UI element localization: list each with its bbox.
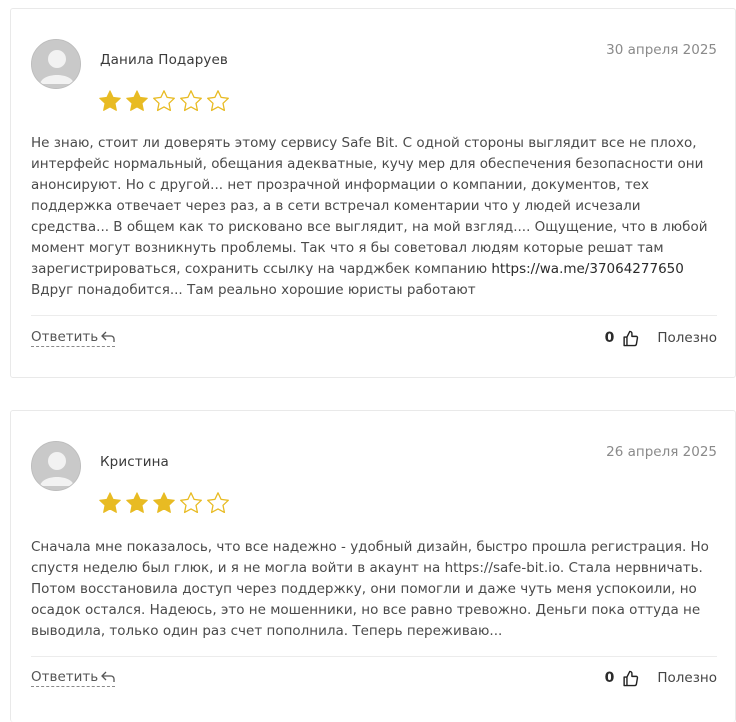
star-empty-icon (206, 491, 230, 515)
reply-arrow-icon (101, 331, 115, 342)
review-text-tail: Вдруг понадобится... Там реально хорошие… (31, 282, 476, 298)
reply-arrow-icon (101, 671, 115, 682)
thumbs-up-icon[interactable] (622, 670, 639, 687)
review-date: 26 апреля 2025 (606, 444, 717, 460)
user-silhouette-icon (32, 40, 80, 88)
star-filled-icon (125, 491, 149, 515)
star-empty-icon (206, 89, 230, 113)
helpful-control: 0 Полезно (605, 330, 717, 347)
reply-button[interactable]: Ответить (31, 329, 116, 347)
divider (31, 315, 717, 316)
review-text: Сначала мне показалось, что все надежно … (31, 537, 721, 642)
review-text-body: Сначала мне показалось, что все надежно … (31, 539, 709, 639)
star-filled-icon (152, 491, 176, 515)
review-text-body: Не знаю, стоит ли доверять этому сервису… (31, 135, 708, 277)
review-text: Не знаю, стоит ли доверять этому сервису… (31, 133, 721, 301)
review-card: Кристина 26 апреля 2025 Сначала мне пока… (10, 410, 736, 722)
avatar (31, 441, 81, 491)
divider (31, 656, 717, 657)
like-count: 0 (604, 330, 615, 346)
review-link[interactable]: https://wa.me/37064277650 (491, 261, 683, 277)
star-empty-icon (179, 491, 203, 515)
reply-label: Ответить (31, 669, 99, 685)
star-filled-icon (98, 491, 122, 515)
thumbs-up-icon[interactable] (622, 330, 639, 347)
star-empty-icon (152, 89, 176, 113)
avatar (31, 39, 81, 89)
user-silhouette-icon (32, 442, 80, 490)
review-footer: Ответить 0 Полезно (31, 666, 717, 690)
like-count: 0 (604, 670, 615, 686)
review-author: Данила Подаруев (100, 52, 228, 68)
reply-label: Ответить (31, 329, 99, 345)
helpful-label[interactable]: Полезно (657, 330, 717, 346)
star-filled-icon (125, 89, 149, 113)
star-filled-icon (98, 89, 122, 113)
helpful-control: 0 Полезно (605, 670, 717, 687)
review-footer: Ответить 0 Полезно (31, 326, 717, 350)
review-author: Кристина (100, 454, 169, 470)
star-rating (98, 89, 230, 113)
reply-button[interactable]: Ответить (31, 669, 116, 687)
star-empty-icon (179, 89, 203, 113)
star-rating (98, 491, 230, 515)
review-card: Данила Подаруев 30 апреля 2025 Не знаю, … (10, 8, 736, 378)
review-date: 30 апреля 2025 (606, 42, 717, 58)
helpful-label[interactable]: Полезно (657, 670, 717, 686)
